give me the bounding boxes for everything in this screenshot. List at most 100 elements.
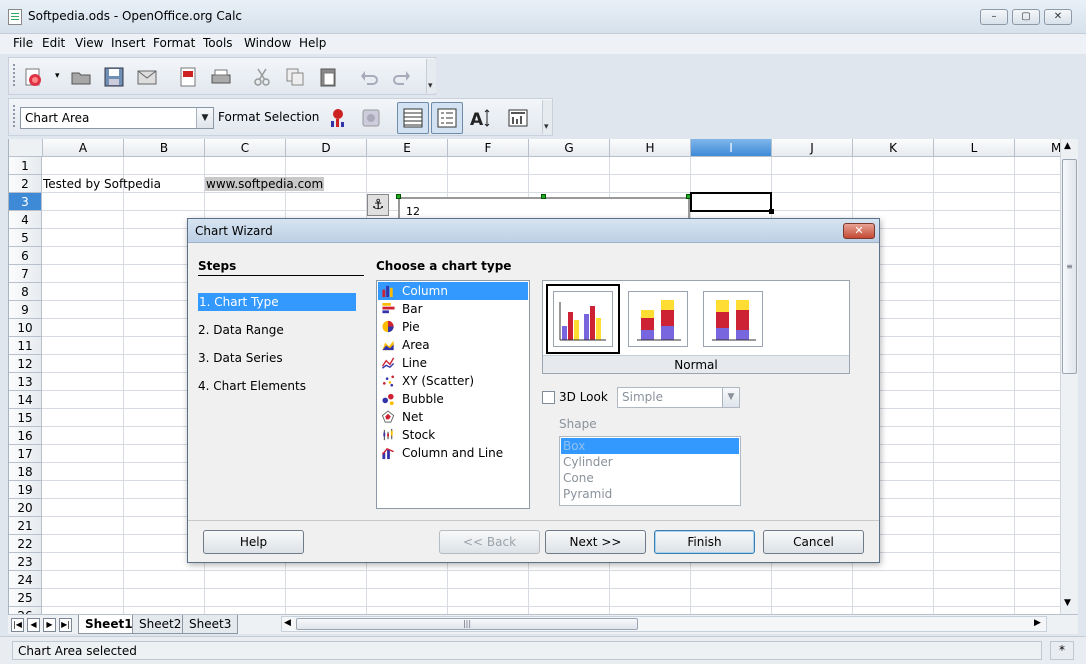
cell-a2[interactable]: Tested by Softpedia	[43, 177, 161, 191]
menu-view[interactable]: View	[75, 36, 103, 50]
new-dropdown-arrow-icon[interactable]: ▾	[55, 71, 60, 81]
row-header[interactable]: 10	[9, 319, 42, 337]
menu-tools[interactable]: Tools	[203, 36, 233, 50]
chart-type-area[interactable]: Area	[378, 336, 528, 354]
chart-type-line[interactable]: Line	[378, 354, 528, 372]
back-button[interactable]: << Back	[439, 530, 540, 554]
row-header[interactable]: 22	[9, 535, 42, 553]
row-header[interactable]: 19	[9, 481, 42, 499]
scroll-right-icon[interactable]: ▶	[1034, 618, 1041, 628]
data-table-icon[interactable]	[360, 107, 382, 129]
cell-c2[interactable]: www.softpedia.com	[205, 177, 325, 191]
chevron-down-icon[interactable]: ▼	[196, 108, 213, 128]
row-header[interactable]: 18	[9, 463, 42, 481]
row-header[interactable]: 14	[9, 391, 42, 409]
variant-percent-stacked[interactable]	[703, 291, 763, 347]
format-selection-button[interactable]: Format Selection	[218, 110, 319, 124]
scroll-up-icon[interactable]: ▲	[1064, 141, 1071, 151]
row-header[interactable]: 12	[9, 355, 42, 373]
chart-type-list[interactable]: Column Bar Pie Area Line XY (Scatter) Bubble Ne…	[376, 280, 530, 509]
export-pdf-icon[interactable]	[177, 66, 199, 88]
chart-type-scatter[interactable]: XY (Scatter)	[378, 372, 528, 390]
next-button[interactable]: Next >>	[545, 530, 646, 554]
shape-item-cone[interactable]: Cone	[561, 470, 594, 486]
copy-icon[interactable]	[284, 66, 306, 88]
finish-button[interactable]: Finish	[654, 530, 755, 554]
row-header[interactable]: 9	[9, 301, 42, 319]
step-data-range[interactable]: 2. Data Range	[198, 323, 284, 337]
toolbar-grip[interactable]	[10, 62, 18, 90]
cut-icon[interactable]	[251, 66, 273, 88]
dialog-close-button[interactable]: ✕	[843, 223, 875, 239]
last-sheet-icon[interactable]: ▶|	[59, 618, 72, 632]
save-icon[interactable]	[103, 66, 125, 88]
horizontal-scrollbar[interactable]: ◀ ||| ▶	[281, 616, 1047, 632]
row-header[interactable]: 1	[9, 157, 42, 175]
row-header[interactable]: 20	[9, 499, 42, 517]
shape-item-cylinder[interactable]: Cylinder	[561, 454, 613, 470]
close-button[interactable]: ✕	[1044, 9, 1072, 25]
row-header[interactable]: 24	[9, 571, 42, 589]
row-header[interactable]: 16	[9, 427, 42, 445]
variant-normal[interactable]	[553, 291, 613, 347]
column-header[interactable]: F	[448, 139, 529, 157]
shape-item-pyramid[interactable]: Pyramid	[561, 486, 612, 502]
scroll-left-icon[interactable]: ◀	[284, 618, 291, 628]
cancel-button[interactable]: Cancel	[763, 530, 864, 554]
menu-edit[interactable]: Edit	[42, 36, 65, 50]
selection-handle[interactable]	[396, 194, 401, 199]
tab-sheet1[interactable]: Sheet1	[78, 615, 140, 634]
scroll-down-icon[interactable]: ▼	[1064, 598, 1071, 608]
shape-list[interactable]: Box Cylinder Cone Pyramid	[559, 436, 741, 506]
row-header[interactable]: 6	[9, 247, 42, 265]
row-header[interactable]: 15	[9, 409, 42, 427]
minimize-button[interactable]: –	[980, 9, 1008, 25]
chart-type-icon[interactable]	[327, 107, 349, 129]
row-header[interactable]: 2	[9, 175, 42, 193]
menu-file[interactable]: File	[13, 36, 33, 50]
toolbar-grip[interactable]	[10, 103, 18, 131]
undo-icon[interactable]	[358, 66, 380, 88]
selection-handle[interactable]	[541, 194, 546, 199]
3d-look-checkbox[interactable]	[542, 391, 555, 404]
column-header[interactable]: H	[610, 139, 691, 157]
column-header[interactable]: M	[1015, 139, 1060, 157]
legend-toggle-button[interactable]	[431, 102, 463, 134]
chart-type-pie[interactable]: Pie	[378, 318, 528, 336]
toolbar-overflow-button[interactable]	[542, 100, 552, 134]
column-header[interactable]: B	[124, 139, 205, 157]
row-header[interactable]: 7	[9, 265, 42, 283]
row-header[interactable]: 8	[9, 283, 42, 301]
prev-sheet-icon[interactable]: ◀	[27, 618, 40, 632]
redo-icon[interactable]	[391, 66, 413, 88]
chart-element-select[interactable]: Chart Area ▼	[20, 107, 214, 129]
step-data-series[interactable]: 3. Data Series	[198, 351, 283, 365]
menu-format[interactable]: Format	[153, 36, 195, 50]
tab-sheet3[interactable]: Sheet3	[182, 615, 239, 634]
shape-item-box[interactable]: Box	[561, 438, 739, 454]
scale-text-icon[interactable]: A	[469, 107, 491, 129]
3d-look-select[interactable]: Simple ▼	[617, 387, 740, 408]
new-document-icon[interactable]	[23, 66, 45, 88]
select-all-corner[interactable]	[9, 139, 43, 157]
print-icon[interactable]	[210, 66, 232, 88]
chart-type-bar[interactable]: Bar	[378, 300, 528, 318]
menu-insert[interactable]: Insert	[111, 36, 145, 50]
row-header[interactable]: 25	[9, 589, 42, 607]
paste-icon[interactable]	[317, 66, 339, 88]
fill-handle[interactable]	[769, 209, 774, 214]
row-header[interactable]: 5	[9, 229, 42, 247]
menu-window[interactable]: Window	[244, 36, 291, 50]
chart-type-column[interactable]: Column	[378, 282, 528, 300]
vertical-scrollbar[interactable]: ▲ ≡ ▼	[1060, 139, 1078, 614]
maximize-button[interactable]: ▢	[1012, 9, 1040, 25]
column-header-selected[interactable]: I	[691, 139, 772, 157]
column-header[interactable]: C	[205, 139, 286, 157]
row-header[interactable]: 21	[9, 517, 42, 535]
row-header-selected[interactable]: 3	[9, 193, 42, 211]
row-header[interactable]: 13	[9, 373, 42, 391]
column-header[interactable]: D	[286, 139, 367, 157]
chevron-down-icon[interactable]: ▼	[722, 388, 739, 407]
automatic-layout-icon[interactable]	[507, 107, 529, 129]
variant-stacked[interactable]	[628, 291, 688, 347]
